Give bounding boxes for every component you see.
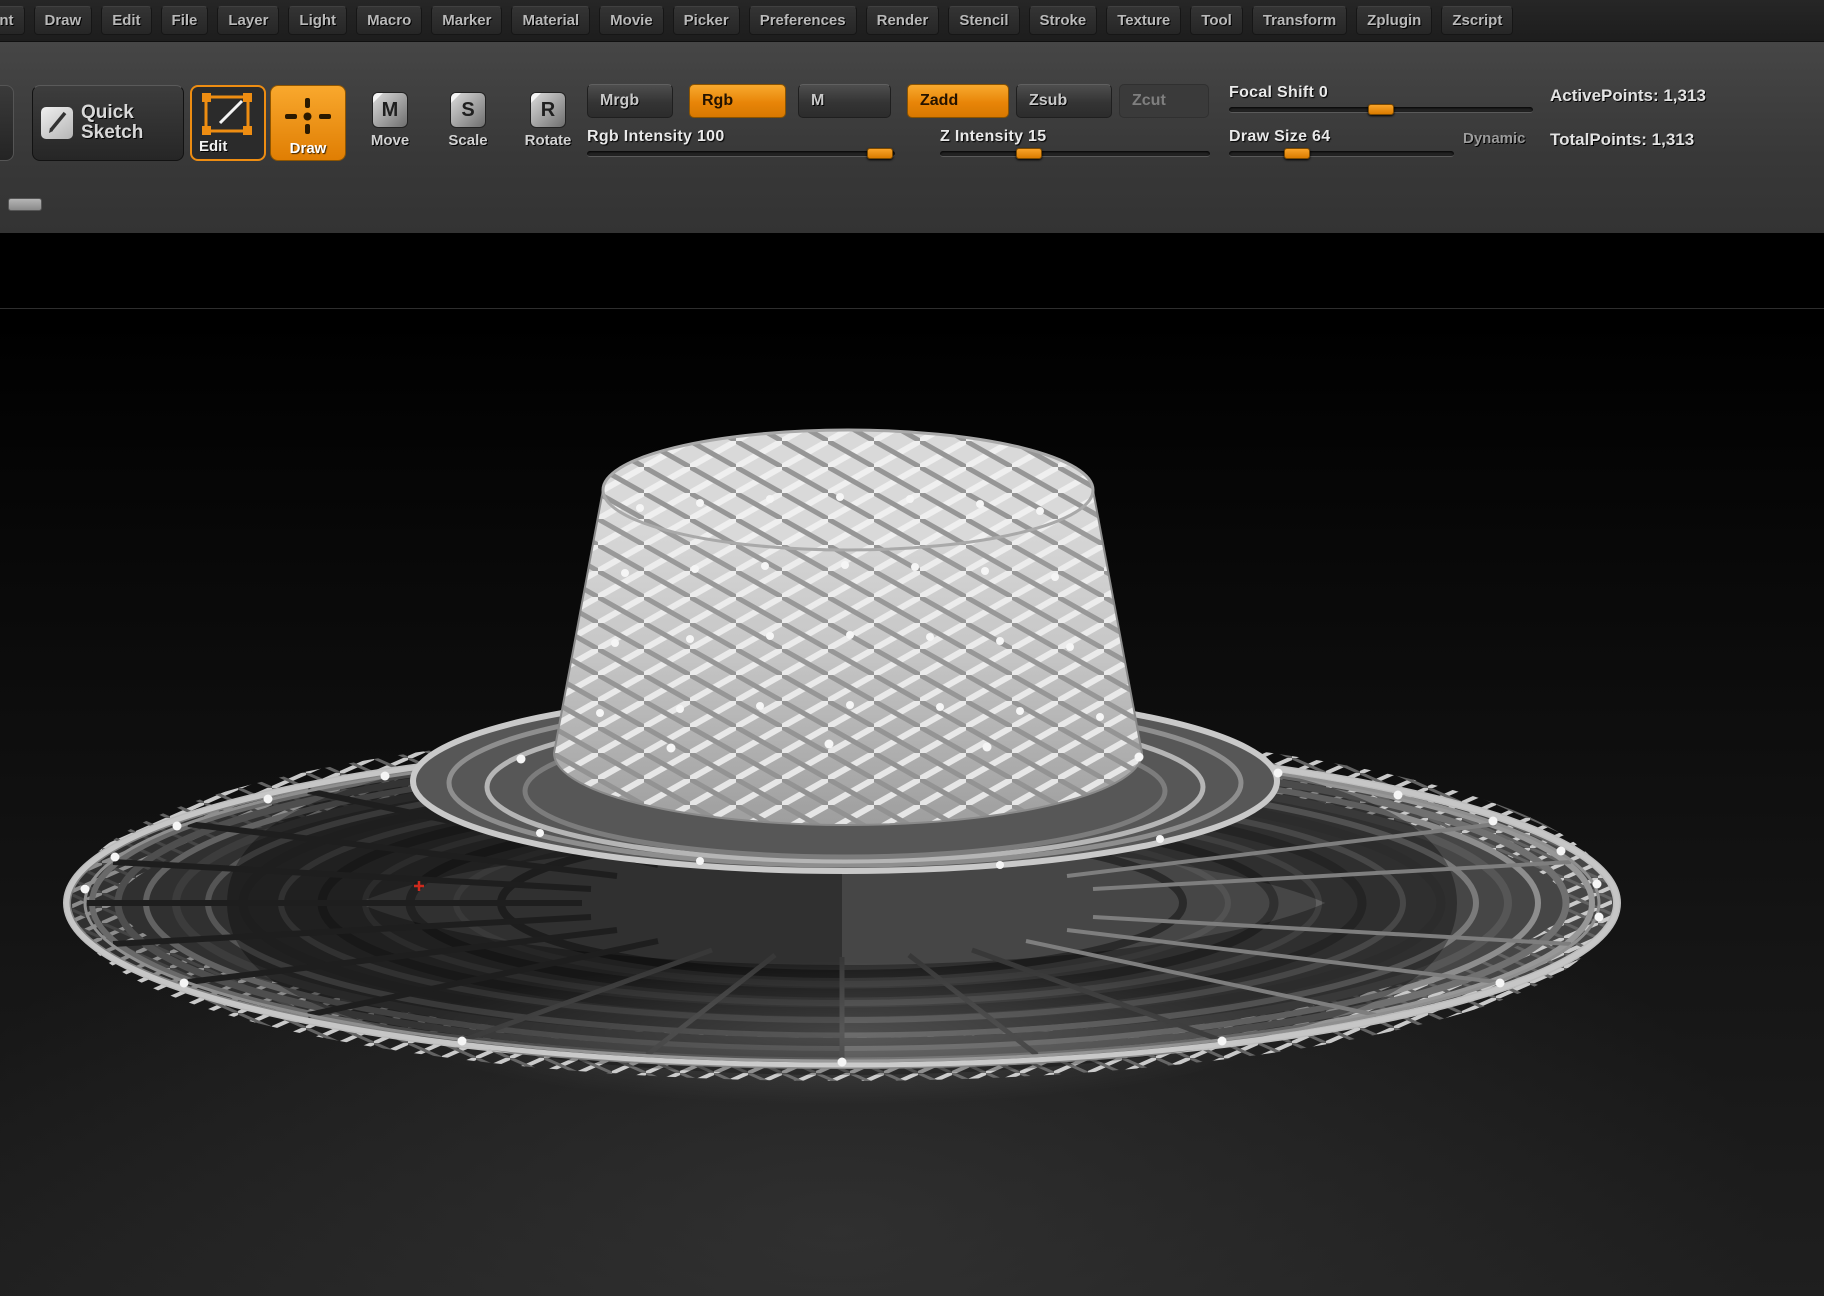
mrgb-button[interactable]: Mrgb (587, 84, 673, 118)
total-points-readout: TotalPoints: 1,313 (1550, 130, 1695, 149)
menu-bar: ent Draw Edit File Layer Light Macro Mar… (0, 0, 1824, 42)
z-intensity-label: Z Intensity 15 (940, 128, 1047, 145)
rgb-intensity-track[interactable] (587, 148, 895, 159)
document-canvas[interactable] (0, 233, 1824, 1296)
move-button[interactable]: M Move (360, 92, 420, 162)
hat-model[interactable] (0, 233, 1824, 1296)
zadd-button[interactable]: Zadd (907, 84, 1009, 118)
draw-size-label: Draw Size 64 (1229, 128, 1331, 145)
edit-button-label: Edit (199, 138, 228, 155)
z-intensity-nub[interactable] (1016, 148, 1043, 159)
menu-item-picker[interactable]: Picker (672, 6, 740, 35)
zsub-button[interactable]: Zsub (1016, 84, 1112, 118)
menu-item-zscript[interactable]: Zscript (1441, 6, 1514, 35)
rotate-label: Rotate (524, 132, 572, 149)
menu-item-render[interactable]: Render (865, 6, 940, 35)
quick-sketch-label: Quick Sketch (81, 102, 144, 143)
draw-button-label: Draw (289, 140, 327, 157)
menu-item-zplugin[interactable]: Zplugin (1356, 6, 1433, 35)
draw-button[interactable]: Draw (270, 85, 346, 161)
zcut-button[interactable]: Zcut (1119, 84, 1209, 118)
draw-size-nub[interactable] (1283, 148, 1310, 159)
top-shelf-toolbar: Quick Sketch Edit Draw M Move S Scale R … (0, 42, 1824, 234)
menu-item-stencil[interactable]: Stencil (948, 6, 1020, 35)
rgb-intensity-nub[interactable] (866, 148, 893, 159)
scale-button[interactable]: S Scale (438, 92, 498, 162)
zbrush-window: ent Draw Edit File Layer Light Macro Mar… (0, 0, 1824, 1296)
focal-shift-label: Focal Shift 0 (1229, 84, 1329, 101)
menu-item-file[interactable]: File (160, 6, 209, 35)
draw-size-track[interactable] (1229, 148, 1454, 159)
rgb-intensity-label: Rgb Intensity 100 (587, 128, 725, 145)
menu-item-document[interactable]: ent (0, 6, 25, 35)
dynamic-toggle[interactable]: Dynamic (1463, 130, 1526, 147)
menu-item-layer[interactable]: Layer (217, 6, 280, 35)
menu-item-macro[interactable]: Macro (356, 6, 423, 35)
rgb-button[interactable]: Rgb (689, 84, 786, 118)
m-button[interactable]: M (798, 84, 891, 118)
menu-item-edit[interactable]: Edit (101, 6, 152, 35)
hat-crown (552, 428, 1144, 826)
menu-item-tool[interactable]: Tool (1190, 6, 1243, 35)
rgb-intensity-slider[interactable]: Rgb Intensity 100 (587, 128, 895, 162)
rotate-icon: R (530, 92, 566, 128)
focal-shift-slider[interactable]: Focal Shift 0 (1229, 84, 1533, 118)
shelf-divider-handle[interactable] (8, 198, 42, 211)
quick-sketch-button[interactable]: Quick Sketch (32, 85, 184, 161)
move-icon: M (372, 92, 408, 128)
menu-item-marker[interactable]: Marker (431, 6, 503, 35)
focal-shift-track[interactable] (1229, 104, 1533, 115)
menu-item-preferences[interactable]: Preferences (748, 6, 857, 35)
scale-label: Scale (448, 132, 488, 149)
clipped-left-button[interactable] (0, 85, 14, 161)
z-intensity-slider[interactable]: Z Intensity 15 (940, 128, 1210, 162)
scale-icon: S (450, 92, 486, 128)
menu-item-material[interactable]: Material (511, 6, 591, 35)
menu-item-texture[interactable]: Texture (1106, 6, 1182, 35)
rotate-button[interactable]: R Rotate (514, 92, 582, 162)
menu-item-light[interactable]: Light (288, 6, 348, 35)
quick-sketch-icon (41, 107, 73, 139)
edit-button[interactable]: Edit (190, 85, 266, 161)
draw-size-slider[interactable]: Draw Size 64 (1229, 128, 1454, 162)
move-label: Move (370, 132, 410, 149)
menu-item-transform[interactable]: Transform (1251, 6, 1348, 35)
menu-item-stroke[interactable]: Stroke (1028, 6, 1098, 35)
menu-item-movie[interactable]: Movie (599, 6, 664, 35)
brim-front-sheen (412, 961, 1272, 1105)
menu-item-draw[interactable]: Draw (33, 6, 93, 35)
z-intensity-track[interactable] (940, 148, 1210, 159)
active-points-readout: ActivePoints: 1,313 (1550, 86, 1706, 105)
focal-shift-nub[interactable] (1368, 104, 1394, 115)
